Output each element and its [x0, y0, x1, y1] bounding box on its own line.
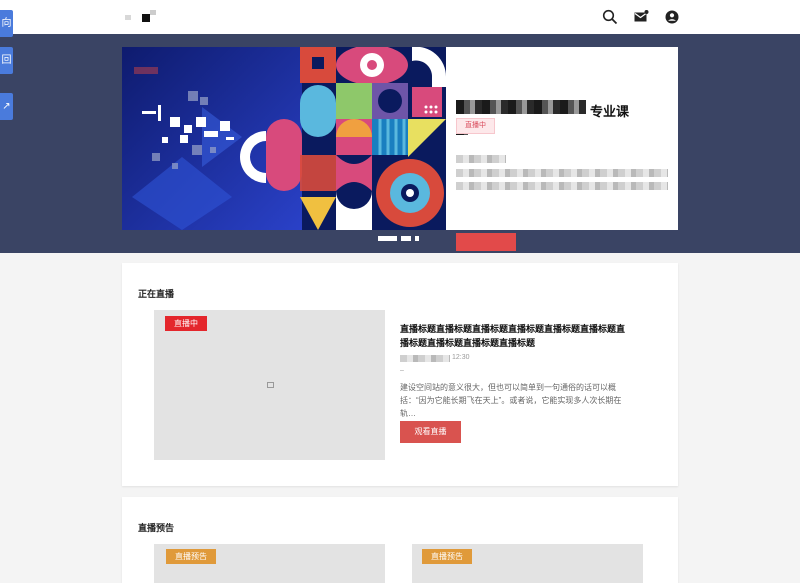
banner-desc-redacted	[456, 182, 668, 190]
carousel-dot[interactable]	[415, 236, 419, 241]
preview-badge-1: 直播预告	[166, 549, 216, 564]
side-tab-2[interactable]: 回	[0, 47, 13, 74]
side-tab-1[interactable]: 向	[0, 10, 13, 37]
watch-live-button[interactable]: 观看直播	[400, 421, 461, 443]
live-time: 12:30	[452, 354, 470, 361]
banner-live-tag: 直播中	[456, 118, 495, 134]
carousel-dot-active[interactable]	[378, 236, 397, 241]
live-description: 建设空间站的意义很大，但也可以简单到一句通俗的话可以概括：“因为它能长期飞在天上…	[400, 383, 622, 418]
section-heading-preview: 直播预告	[138, 523, 175, 533]
banner-title-redacted	[456, 100, 586, 114]
preview-badge-2: 直播预告	[422, 549, 472, 564]
carousel-dot[interactable]	[401, 236, 411, 241]
live-title[interactable]: 直播标题直播标题直播标题直播标题直播标题直播标题直播标题直播标题直播标题直播标题	[400, 322, 630, 350]
banner-title-tail: 专业课	[590, 104, 630, 119]
banner-info-panel	[446, 47, 678, 230]
account-icon[interactable]	[664, 9, 680, 25]
site-logo[interactable]	[125, 10, 161, 24]
banner-artwork[interactable]	[122, 47, 446, 230]
live-time-redacted	[400, 355, 450, 362]
section-heading-live: 正在直播	[138, 289, 175, 299]
broken-image-icon	[267, 382, 274, 388]
hero-carousel: 专业课 直播中	[0, 34, 800, 253]
live-dash: –	[400, 367, 404, 374]
live-badge: 直播中	[165, 316, 207, 331]
mail-icon[interactable]	[633, 9, 649, 25]
banner-action-button[interactable]	[456, 233, 516, 251]
banner-desc-redacted	[456, 169, 668, 177]
search-icon[interactable]	[602, 9, 618, 25]
live-thumbnail[interactable]	[154, 310, 385, 460]
top-navigation-bar	[0, 0, 800, 34]
banner-desc-redacted	[456, 155, 506, 163]
side-tab-share[interactable]: ↗	[0, 93, 13, 120]
